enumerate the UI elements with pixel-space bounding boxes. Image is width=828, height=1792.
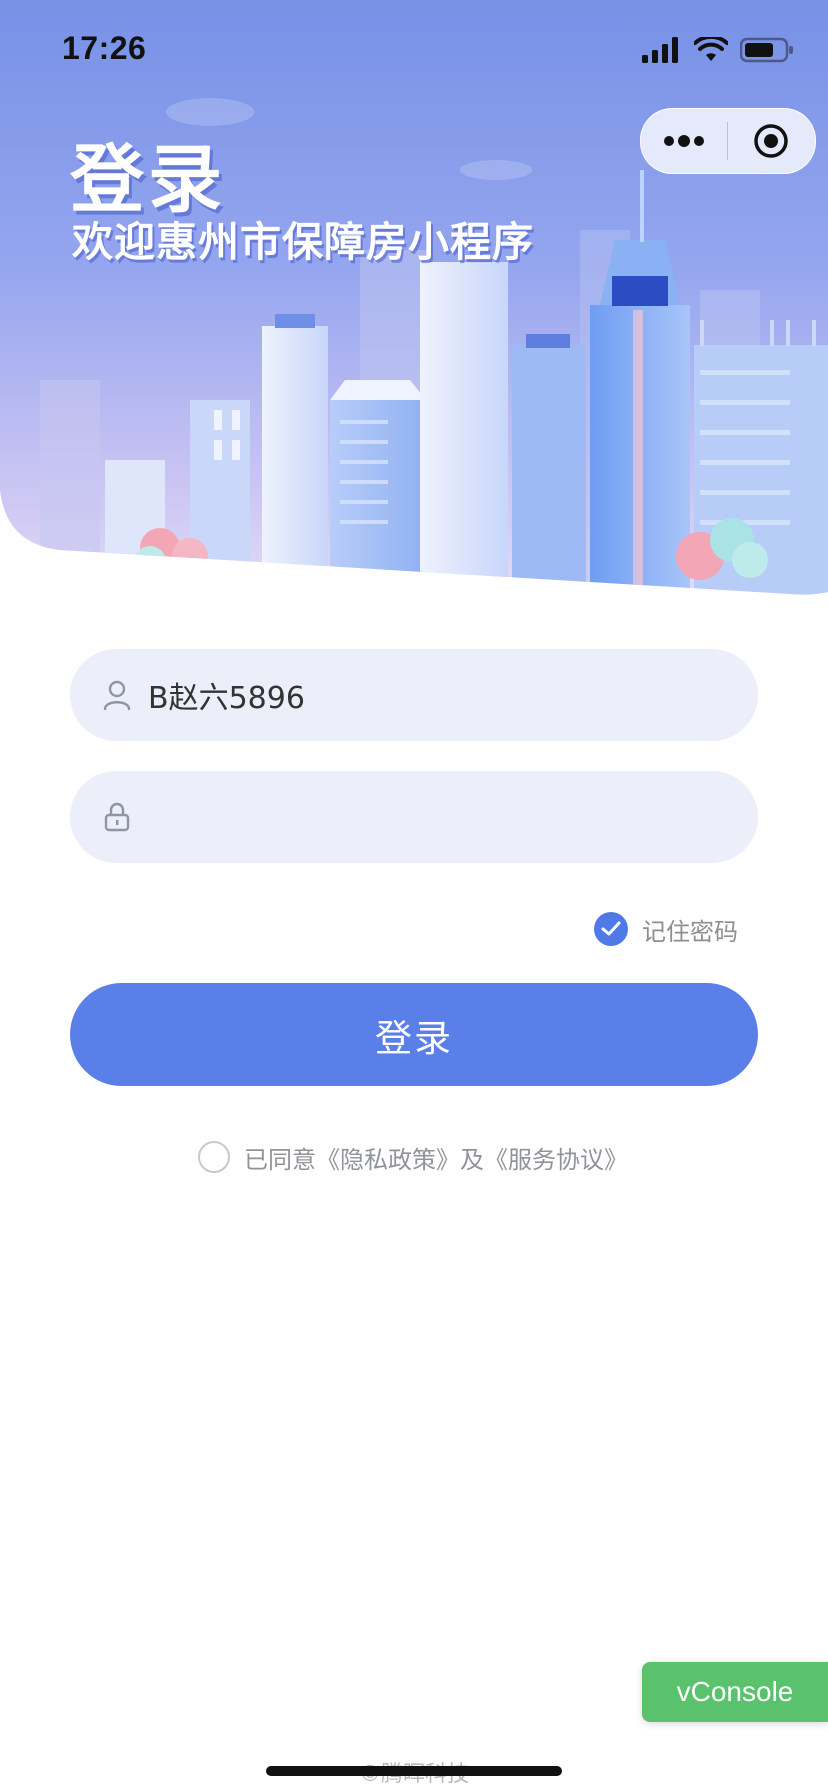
welcome-subtitle: 欢迎惠州市保障房小程序	[72, 218, 534, 266]
more-dots-icon	[664, 135, 704, 147]
lock-icon	[92, 802, 142, 832]
more-button[interactable]	[641, 109, 727, 173]
wifi-icon	[694, 37, 728, 61]
battery-icon	[740, 37, 793, 63]
miniprogram-capsule	[640, 108, 816, 174]
username-field	[70, 649, 758, 741]
login-screen: 登录 欢迎惠州市保障房小程序 17:26 B赵六5896 记住密码 登录 已同意…	[0, 0, 828, 1792]
login-button[interactable]: 登录	[70, 983, 758, 1086]
password-field	[70, 771, 758, 863]
service-agreement-link[interactable]: 《服务协议》	[484, 1146, 628, 1174]
password-input[interactable]	[142, 771, 758, 863]
check-icon	[601, 921, 621, 936]
agreement-row: 已同意《隐私政策》及《服务协议》	[198, 1139, 628, 1175]
vconsole-button[interactable]: vConsole	[642, 1662, 828, 1722]
user-icon	[92, 680, 142, 710]
agreement-prefix: 已同意	[244, 1145, 316, 1174]
agreement-text: 已同意《隐私政策》及《服务协议》	[244, 1140, 628, 1175]
status-bar: 17:26	[0, 0, 828, 100]
remember-checkbox[interactable]	[594, 912, 628, 946]
agreement-checkbox[interactable]	[198, 1141, 230, 1173]
target-close-icon	[754, 124, 788, 158]
agreement-connector: 及	[460, 1145, 484, 1174]
status-time: 17:26	[62, 30, 147, 66]
privacy-policy-link[interactable]: 《隐私政策》	[316, 1146, 460, 1174]
status-icons	[642, 36, 794, 64]
username-input[interactable]	[142, 649, 758, 741]
remember-password-toggle[interactable]: 记住密码	[594, 911, 738, 947]
remember-password-label: 记住密码	[642, 917, 738, 946]
signal-icon	[642, 37, 678, 63]
home-indicator	[266, 1766, 562, 1776]
close-miniprogram-button[interactable]	[728, 109, 814, 173]
